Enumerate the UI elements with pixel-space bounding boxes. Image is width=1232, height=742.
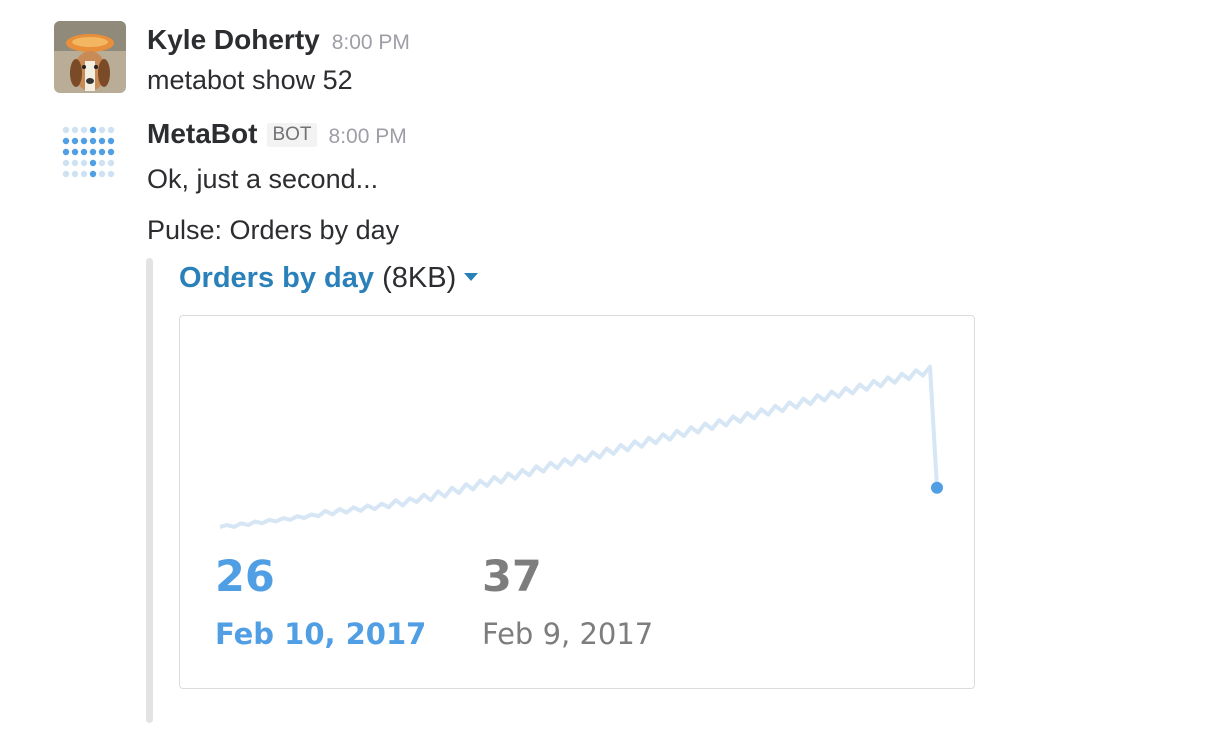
logo-dot [98,137,106,145]
caret-down-icon[interactable] [464,273,479,281]
logo-dot [89,159,97,167]
logo-dot [98,148,106,156]
attachment-bar [146,258,153,723]
logo-dot [98,170,106,178]
author-label[interactable]: MetaBot [147,118,257,149]
attachment-size: (8KB) [382,262,457,294]
current-date: Feb 10, 2017 [215,617,427,651]
logo-dot [107,126,115,134]
timestamp[interactable]: 8:00 PM [332,31,410,54]
attachment-title[interactable]: Orders by day (8KB) [179,262,479,295]
logo-dot [107,137,115,145]
attachment-link[interactable]: Orders by day [179,262,374,294]
logo-dot [71,170,79,178]
previous-value: 37 [482,552,542,602]
logo-dot [62,148,70,156]
logo-dot [80,148,88,156]
logo-dot [71,148,79,156]
logo-dot [80,159,88,167]
logo-dot [98,159,106,167]
logo-dot [80,170,88,178]
logo-dot [98,126,106,134]
logo-dot [80,126,88,134]
dog-avatar-icon [54,21,126,93]
logo-dot [89,137,97,145]
logo-dot [71,159,79,167]
previous-date: Feb 9, 2017 [482,617,654,651]
last-point [931,481,943,494]
chart-card[interactable]: 26 37 Feb 10, 2017 Feb 9, 2017 [179,315,975,689]
logo-dot [107,170,115,178]
metabase-logo-icon [62,126,115,178]
logo-dot [62,170,70,178]
logo-dot [71,126,79,134]
logo-dot [89,148,97,156]
logo-dot [107,148,115,156]
author-name[interactable]: Kyle Doherty 8:00 PM [147,24,410,56]
message-text: Ok, just a second... [147,164,379,194]
author-name[interactable]: MetaBot BOT 8:00 PM [147,118,407,150]
avatar[interactable] [54,21,126,93]
bot-badge: BOT [267,123,317,147]
pulse-text: Pulse: Orders by day [147,215,400,245]
timestamp[interactable]: 8:00 PM [329,125,407,148]
logo-dot [80,137,88,145]
logo-dot [71,137,79,145]
current-value: 26 [215,552,275,602]
series-line [219,364,939,529]
logo-dot [89,126,97,134]
logo-dot [62,159,70,167]
logo-dot [107,159,115,167]
metabot-avatar[interactable] [54,118,126,190]
author-label[interactable]: Kyle Doherty [147,24,320,55]
message-text: metabot show 52 [147,65,353,95]
logo-dot [89,170,97,178]
logo-dot [62,126,70,134]
logo-dot [62,137,70,145]
